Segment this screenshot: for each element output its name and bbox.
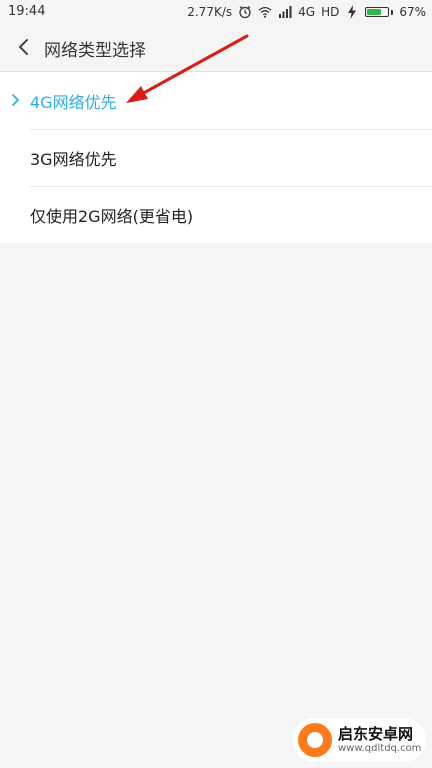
option-label: 3G网络优先 bbox=[30, 149, 117, 169]
net-speed: 2.77K/s bbox=[187, 5, 233, 19]
charging-icon bbox=[348, 5, 357, 19]
status-right: 2.77K/s 4G HD 67% bbox=[187, 3, 426, 21]
option-4g-preferred[interactable]: 4G网络优先 bbox=[0, 72, 432, 129]
alarm-icon bbox=[239, 6, 251, 19]
status-bar: 19:44 2.77K/s 4G HD 67% bbox=[0, 0, 432, 24]
signal-icon bbox=[279, 6, 292, 18]
option-label: 4G网络优先 bbox=[30, 92, 117, 112]
battery-fill bbox=[367, 9, 381, 15]
status-time: 19:44 bbox=[8, 4, 46, 19]
network-type-list: 4G网络优先 3G网络优先 仅使用2G网络(更省电) bbox=[0, 72, 432, 243]
chevron-left-icon bbox=[19, 39, 28, 55]
option-2g-only[interactable]: 仅使用2G网络(更省电) bbox=[0, 186, 432, 243]
watermark: 启东安卓网 www.qdltdq.com bbox=[292, 718, 426, 762]
app-header: 网络类型选择 bbox=[0, 24, 432, 72]
option-label: 仅使用2G网络(更省电) bbox=[30, 206, 194, 226]
watermark-title: 启东安卓网 bbox=[338, 725, 414, 744]
hd-badge: HD bbox=[321, 5, 340, 19]
page-title: 网络类型选择 bbox=[44, 41, 146, 61]
chevron-right-icon bbox=[12, 94, 19, 106]
watermark-subtitle: www.qdltdq.com bbox=[338, 742, 422, 754]
battery-indicator bbox=[365, 7, 394, 17]
network-type: 4G bbox=[298, 5, 316, 19]
watermark-logo-icon bbox=[298, 723, 332, 757]
wifi-icon bbox=[258, 7, 272, 18]
battery-percent: 67% bbox=[399, 5, 426, 19]
battery-icon bbox=[365, 7, 390, 17]
option-3g-preferred[interactable]: 3G网络优先 bbox=[0, 129, 432, 186]
back-button[interactable] bbox=[10, 34, 36, 60]
watermark-text: 启东安卓网 www.qdltdq.com bbox=[338, 726, 421, 754]
battery-tip bbox=[391, 9, 394, 15]
